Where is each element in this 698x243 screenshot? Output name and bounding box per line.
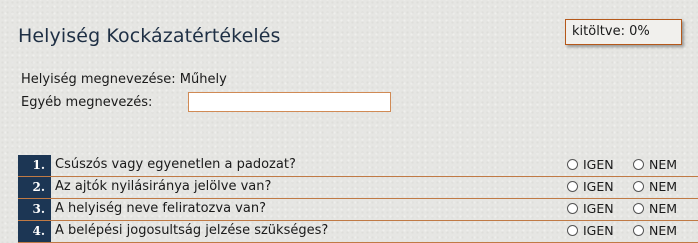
radio-igen[interactable] [567, 225, 578, 236]
option-igen[interactable]: IGEN [567, 201, 614, 216]
option-nem[interactable]: NEM [633, 201, 677, 216]
radio-nem[interactable] [633, 159, 644, 170]
option-igen[interactable]: IGEN [567, 223, 614, 238]
option-nem[interactable]: NEM [633, 179, 677, 194]
question-number: 4. [18, 221, 51, 242]
question-row-2: 2. Az ajtók nyilásiránya jelölve van? IG… [18, 177, 698, 199]
option-nem-label: NEM [649, 201, 678, 216]
question-row-1: 1. Csúszós vagy egyenetlen a padozat? IG… [18, 155, 698, 177]
question-text: A helyiség neve feliratozva van? [55, 201, 266, 216]
question-row-3: 3. A helyiség neve feliratozva van? IGEN… [18, 199, 698, 221]
page-title: Helyiség Kockázatértékelés [18, 25, 281, 47]
other-name-label: Egyéb megnevezés: [21, 95, 153, 110]
question-number: 3. [18, 199, 51, 220]
progress-label: kitöltve: 0% [572, 24, 650, 39]
option-nem[interactable]: NEM [633, 157, 677, 172]
radio-igen[interactable] [567, 181, 578, 192]
option-igen[interactable]: IGEN [567, 157, 614, 172]
radio-nem[interactable] [633, 203, 644, 214]
option-nem-label: NEM [649, 223, 678, 238]
option-nem-label: NEM [649, 157, 678, 172]
question-number: 2. [18, 177, 51, 198]
option-igen[interactable]: IGEN [567, 179, 614, 194]
radio-igen[interactable] [567, 159, 578, 170]
question-number: 1. [18, 155, 51, 176]
option-nem[interactable]: NEM [633, 223, 677, 238]
option-igen-label: IGEN [583, 157, 614, 172]
question-text: Csúszós vagy egyenetlen a padozat? [55, 157, 296, 172]
radio-nem[interactable] [633, 225, 644, 236]
option-igen-label: IGEN [583, 179, 614, 194]
radio-igen[interactable] [567, 203, 578, 214]
option-igen-label: IGEN [583, 223, 614, 238]
progress-indicator: kitöltve: 0% [565, 19, 682, 45]
room-name-label: Helyiség megnevezése: Műhely [21, 72, 227, 87]
other-name-input[interactable] [188, 92, 391, 112]
radio-nem[interactable] [633, 181, 644, 192]
question-text: Az ajtók nyilásiránya jelölve van? [55, 179, 272, 194]
option-nem-label: NEM [649, 179, 678, 194]
question-text: A belépési jogosultság jelzése szükséges… [55, 223, 329, 238]
option-igen-label: IGEN [583, 201, 614, 216]
